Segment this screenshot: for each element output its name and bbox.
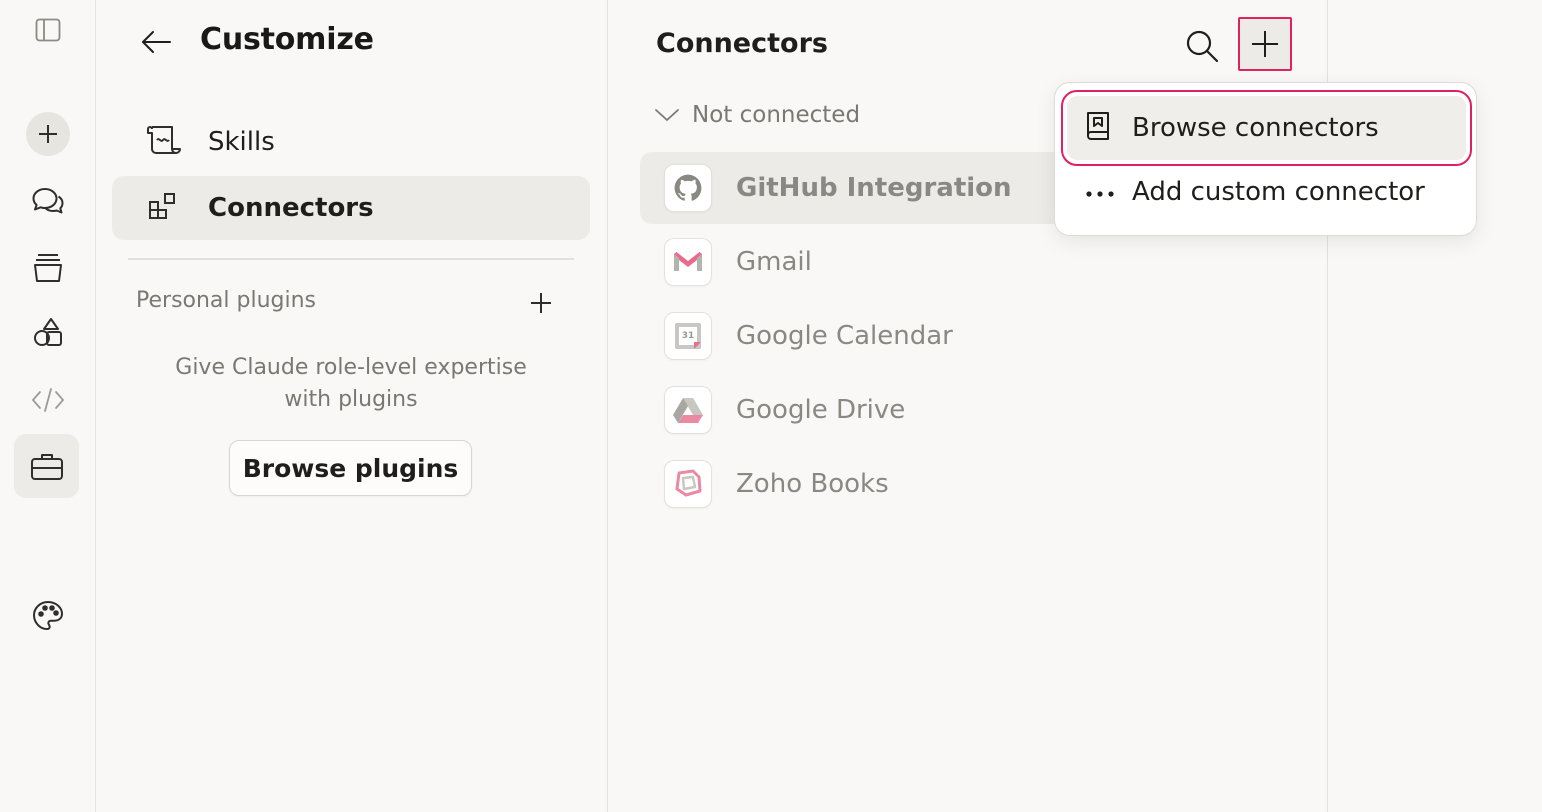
browse-connectors-label: Browse connectors <box>1132 113 1379 143</box>
browse-plugins-button[interactable]: Browse plugins <box>229 440 472 496</box>
connector-name: Google Calendar <box>736 321 953 351</box>
sidebar-toggle-icon <box>35 18 61 42</box>
nav-item-skills[interactable]: Skills <box>112 110 590 174</box>
add-custom-connector-label: Add custom connector <box>1132 177 1425 207</box>
browse-connectors-item[interactable]: Browse connectors <box>1061 90 1472 166</box>
new-chat-circle <box>26 112 70 156</box>
connector-name: Gmail <box>736 247 812 277</box>
not-connected-label: Not connected <box>692 102 861 128</box>
divider <box>128 258 574 260</box>
new-chat-button[interactable] <box>18 106 78 162</box>
book-icon <box>1085 110 1111 146</box>
code-button[interactable] <box>18 372 78 428</box>
connector-row-google-drive[interactable]: Google Drive <box>640 374 1300 446</box>
page-title: Customize <box>200 22 374 57</box>
connector-name: Zoho Books <box>736 469 889 499</box>
add-plugin-button[interactable] <box>524 286 558 320</box>
search-button[interactable] <box>1180 24 1224 68</box>
google-calendar-icon: 31 <box>664 312 712 360</box>
briefcase-icon <box>30 454 63 480</box>
arrow-left-icon <box>142 31 171 53</box>
connector-name: Google Drive <box>736 395 906 425</box>
more-horizontal-icon <box>1085 183 1115 202</box>
personal-plugins-label: Personal plugins <box>136 288 317 313</box>
zoho-books-icon <box>664 460 712 508</box>
chats-icon <box>32 188 64 214</box>
scroll-icon <box>146 124 182 160</box>
add-connector-button[interactable] <box>1238 17 1292 71</box>
add-custom-connector-item[interactable]: Add custom connector <box>1067 160 1466 224</box>
connector-name: GitHub Integration <box>736 173 1012 203</box>
left-rail <box>0 0 96 812</box>
nav-item-label: Connectors <box>208 193 374 223</box>
connectors-title: Connectors <box>656 28 828 59</box>
palette-icon <box>32 600 64 631</box>
connector-row-zoho-books[interactable]: Zoho Books <box>640 448 1300 520</box>
plus-icon <box>1252 31 1278 57</box>
gmail-icon <box>664 238 712 286</box>
search-icon <box>1186 30 1219 63</box>
projects-icon <box>34 254 62 282</box>
artifacts-icon <box>34 318 62 346</box>
add-connector-menu: Browse connectors Add custom connector <box>1054 82 1477 236</box>
plugins-hint: Give Claude role-level expertise with pl… <box>175 355 527 412</box>
chats-button[interactable] <box>18 174 78 230</box>
calendar-day-label: 31 <box>681 331 695 341</box>
code-icon <box>31 388 65 412</box>
google-drive-icon <box>664 386 712 434</box>
chevron-down-icon <box>655 109 679 121</box>
blocks-icon <box>146 190 178 226</box>
github-icon <box>664 164 712 212</box>
back-button[interactable] <box>138 26 174 58</box>
plus-icon <box>39 125 57 143</box>
nav-item-label: Skills <box>208 127 275 157</box>
plus-icon <box>531 293 551 313</box>
connector-row-gmail[interactable]: Gmail <box>640 226 1300 298</box>
artifacts-button[interactable] <box>18 304 78 360</box>
not-connected-toggle[interactable]: Not connected <box>654 102 860 128</box>
customize-button[interactable] <box>14 434 79 498</box>
sidebar-toggle-button[interactable] <box>18 2 78 58</box>
appearance-button[interactable] <box>18 588 78 644</box>
connector-row-google-calendar[interactable]: 31 Google Calendar <box>640 300 1300 372</box>
nav-item-connectors[interactable]: Connectors <box>112 176 590 240</box>
projects-button[interactable] <box>18 240 78 296</box>
